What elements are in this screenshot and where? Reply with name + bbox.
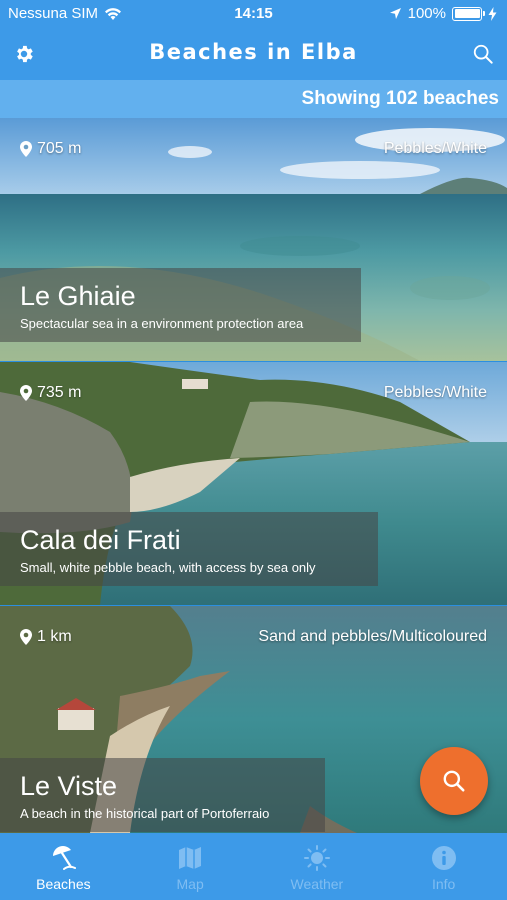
- tab-label: Info: [431, 876, 456, 892]
- beach-description: Spectacular sea in a environment protect…: [20, 316, 304, 331]
- info-icon: [431, 846, 456, 870]
- beach-umbrella-icon: [53, 846, 77, 870]
- beach-caption: Le Ghiaie Spectacular sea in a environme…: [0, 268, 361, 342]
- beach-distance: 1 km: [20, 628, 72, 646]
- search-icon: [443, 770, 465, 792]
- charging-bolt-icon: [488, 6, 497, 21]
- nav-bar: Beaches in Elba: [0, 28, 507, 80]
- beach-caption: Le Viste A beach in the historical part …: [0, 758, 325, 832]
- search-button[interactable]: [467, 38, 499, 70]
- tab-label: Beaches: [36, 876, 91, 892]
- beach-distance: 735 m: [20, 384, 81, 402]
- beach-description: A beach in the historical part of Portof…: [20, 806, 270, 821]
- page-title: Beaches in Elba: [149, 40, 358, 64]
- app-screen: Nessuna SIM 14:15 100% Beaches in Elba S…: [0, 0, 507, 900]
- beach-caption: Cala dei Frati Small, white pebble beach…: [0, 512, 378, 586]
- tab-info[interactable]: Info: [380, 833, 507, 900]
- beach-distance-value: 735 m: [37, 384, 82, 401]
- location-pin-icon: [20, 629, 32, 645]
- beach-card[interactable]: 705 m Pebbles/White Le Ghiaie Spectacula…: [0, 118, 507, 361]
- beach-distance-value: 705 m: [37, 140, 82, 157]
- beach-type: Pebbles/White: [383, 140, 487, 157]
- tab-label: Map: [176, 876, 204, 892]
- tab-weather[interactable]: Weather: [254, 833, 381, 900]
- tab-map[interactable]: Map: [127, 833, 254, 900]
- beach-distance-value: 1 km: [37, 628, 72, 645]
- status-bar: Nessuna SIM 14:15 100%: [0, 0, 507, 28]
- floating-search-button[interactable]: [420, 747, 488, 815]
- location-arrow-icon: [389, 8, 401, 19]
- beach-card[interactable]: 735 m Pebbles/White Cala dei Frati Small…: [0, 362, 507, 605]
- beach-distance: 705 m: [20, 140, 81, 158]
- search-icon: [473, 44, 493, 64]
- tab-bar: Beaches Map Weather Info: [0, 833, 507, 900]
- battery-percent: 100%: [407, 5, 446, 22]
- status-right: 100%: [389, 5, 497, 22]
- map-icon: [179, 847, 202, 869]
- sun-icon: [303, 845, 330, 871]
- results-count: Showing 102 beaches: [301, 88, 499, 109]
- beach-type: Pebbles/White: [383, 384, 487, 401]
- results-count-bar: Showing 102 beaches: [0, 80, 507, 118]
- beach-name: Cala dei Frati: [20, 525, 181, 555]
- tab-beaches[interactable]: Beaches: [0, 833, 127, 900]
- location-pin-icon: [20, 385, 32, 401]
- battery-icon: [452, 6, 485, 21]
- beach-name: Le Viste: [20, 771, 118, 801]
- beach-description: Small, white pebble beach, with access b…: [20, 560, 316, 575]
- tab-label: Weather: [290, 876, 344, 892]
- beach-type: Sand and pebbles/Multicoloured: [258, 628, 487, 645]
- beach-name: Le Ghiaie: [20, 281, 136, 311]
- location-pin-icon: [20, 141, 32, 157]
